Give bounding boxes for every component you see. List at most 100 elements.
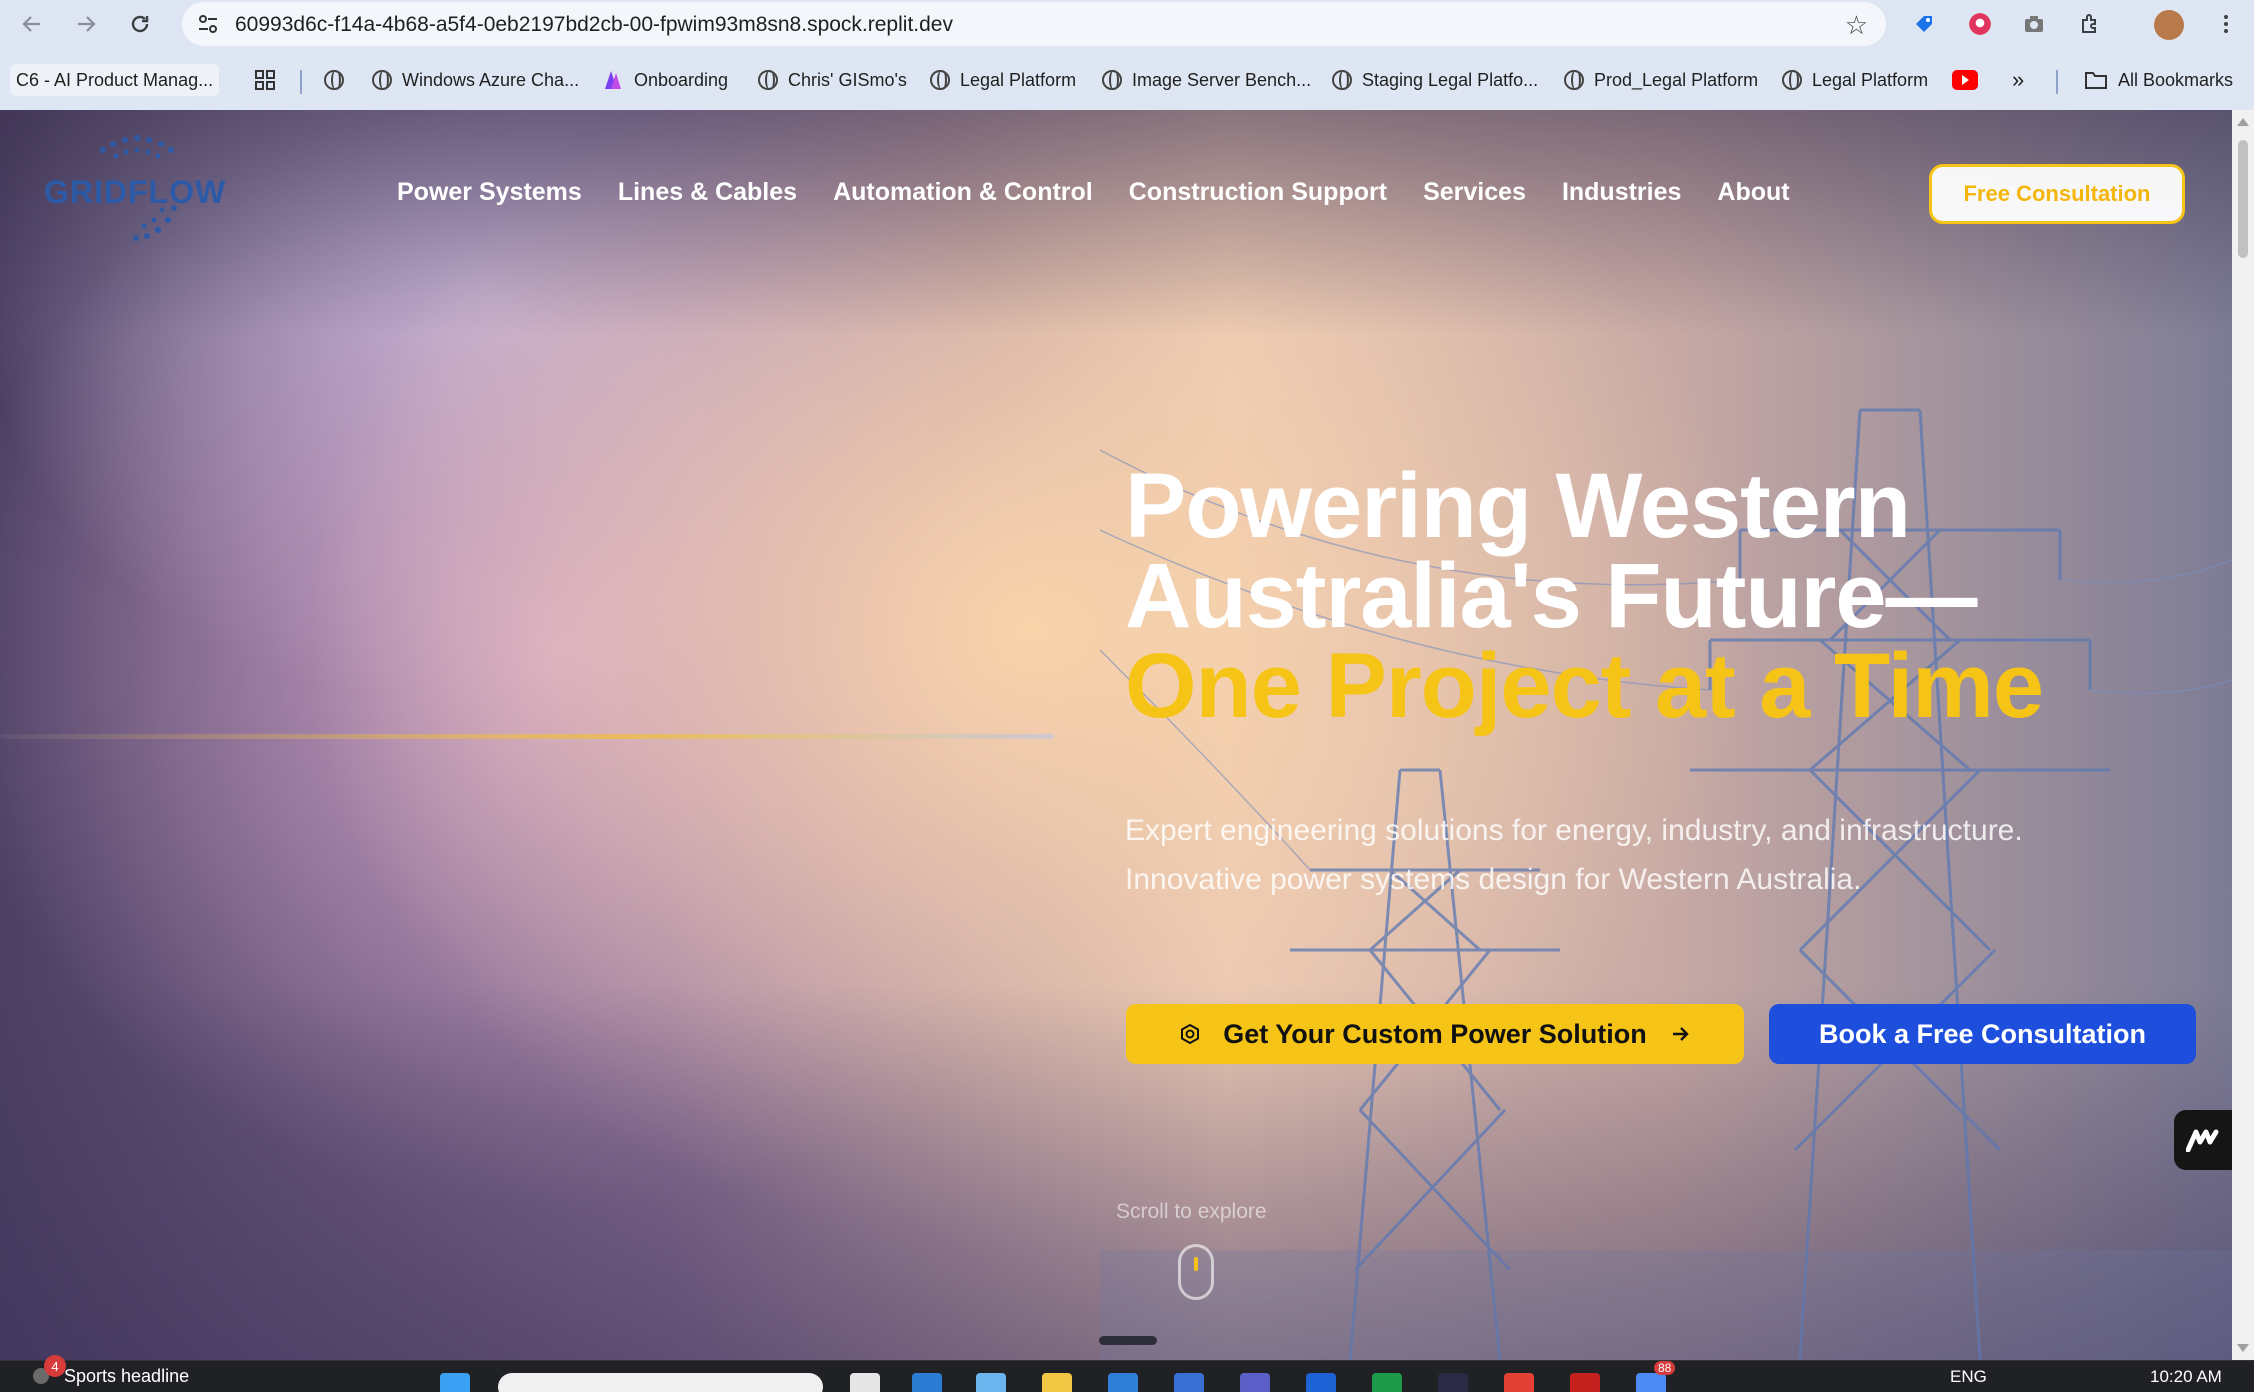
hero-subtitle-line-1: Expert engineering solutions for energy,… bbox=[1125, 814, 2023, 847]
scroll-thumb[interactable] bbox=[2238, 140, 2248, 258]
reload-icon bbox=[131, 15, 149, 33]
hero-title-line-2: Australia's Future— bbox=[1125, 545, 1977, 647]
clock[interactable]: 10:20 AM bbox=[2150, 1367, 2222, 1387]
address-row: 60993d6c-f14a-4b68-a5f4-0eb2197bd2cb-00-… bbox=[0, 0, 2254, 48]
chrome-menu-icon[interactable] bbox=[2212, 10, 2240, 38]
nav-about[interactable]: About bbox=[1717, 178, 1789, 207]
taskbar-app-icon[interactable] bbox=[912, 1373, 942, 1392]
site-settings-icon[interactable] bbox=[196, 12, 220, 36]
carousel-indicator[interactable] bbox=[1099, 1336, 1157, 1345]
bookmark-youtube[interactable] bbox=[1952, 64, 1978, 96]
custom-power-solution-label: Get Your Custom Power Solution bbox=[1223, 1018, 1647, 1049]
custom-power-solution-button[interactable]: Get Your Custom Power Solution bbox=[1126, 1004, 1744, 1064]
nav-services[interactable]: Services bbox=[1423, 178, 1526, 207]
hero-subtitle: Expert engineering solutions for energy,… bbox=[1125, 806, 2145, 904]
gmail-icon[interactable] bbox=[1570, 1373, 1600, 1392]
screenshot-icon[interactable] bbox=[2020, 10, 2048, 38]
all-bookmarks-label: All Bookmarks bbox=[2118, 69, 2234, 90]
taskbar-app-icon[interactable] bbox=[1372, 1373, 1402, 1392]
file-explorer-icon[interactable] bbox=[1042, 1373, 1072, 1392]
bookmark-label: Image Server Bench... bbox=[1132, 69, 1312, 90]
nav-automation-control[interactable]: Automation & Control bbox=[833, 178, 1093, 207]
taskbar-app-icon[interactable] bbox=[850, 1373, 880, 1392]
extension-red-icon[interactable] bbox=[1966, 10, 1994, 38]
free-consultation-button[interactable]: Free Consultation bbox=[1929, 164, 2185, 224]
nav-industries[interactable]: Industries bbox=[1562, 178, 1681, 207]
news-headline: Sports headline bbox=[64, 1365, 190, 1386]
bookmark-label: Chris' GISmo's bbox=[788, 69, 907, 90]
nav-power-systems[interactable]: Power Systems bbox=[397, 178, 582, 207]
news-badge: 4 bbox=[44, 1355, 66, 1377]
taskbar-app-icon[interactable] bbox=[1438, 1373, 1468, 1392]
bookmark-1[interactable]: Windows Azure Cha... bbox=[372, 64, 579, 96]
apps-grid-icon[interactable] bbox=[254, 64, 276, 96]
taskbar-app-icon[interactable] bbox=[1108, 1373, 1138, 1392]
bookmark-label: Legal Platform bbox=[1812, 69, 1929, 90]
reload-button[interactable] bbox=[124, 8, 156, 40]
mouse-scroll-icon bbox=[1178, 1244, 1214, 1300]
logo-text: GRIDFLOW bbox=[44, 174, 227, 210]
forward-button[interactable] bbox=[70, 8, 102, 40]
main-nav: Power Systems Lines & Cables Automation … bbox=[397, 178, 1790, 207]
extensions-puzzle-icon[interactable] bbox=[2076, 10, 2104, 38]
bookmark-5[interactable]: Image Server Bench... bbox=[1102, 64, 1311, 96]
taskbar-search[interactable] bbox=[498, 1373, 823, 1392]
all-bookmarks-button[interactable]: All Bookmarks bbox=[2084, 64, 2233, 96]
browser-chrome: 60993d6c-f14a-4b68-a5f4-0eb2197bd2cb-00-… bbox=[0, 0, 2254, 110]
bookmark-2[interactable]: Onboarding bbox=[602, 64, 728, 96]
teams-icon[interactable] bbox=[1240, 1373, 1270, 1392]
scroll-up-arrow[interactable] bbox=[2237, 118, 2249, 126]
hero-subtitle-line-2: Innovative power systems design for West… bbox=[1125, 863, 1862, 896]
gridflow-logo[interactable]: GRIDFLOW bbox=[44, 130, 230, 250]
nav-lines-cables[interactable]: Lines & Cables bbox=[618, 178, 797, 207]
m-logo-icon bbox=[2186, 1129, 2219, 1152]
chevrons-right-icon: » bbox=[2012, 67, 2025, 92]
book-consultation-button[interactable]: Book a Free Consultation bbox=[1769, 1004, 2196, 1064]
globe-icon bbox=[758, 70, 778, 90]
youtube-icon bbox=[1952, 70, 1978, 90]
hero-title-line-1: Powering Western bbox=[1125, 455, 1911, 557]
taskbar-app-icon[interactable] bbox=[1306, 1373, 1336, 1392]
language-indicator[interactable]: ENG bbox=[1950, 1367, 1987, 1387]
taskbar-app-icon[interactable] bbox=[1174, 1373, 1204, 1392]
globe-icon bbox=[1102, 70, 1122, 90]
bookmark-4[interactable]: Legal Platform bbox=[930, 64, 1076, 96]
back-button[interactable] bbox=[16, 8, 48, 40]
chat-widget-button[interactable] bbox=[2174, 1110, 2232, 1170]
target-icon bbox=[1181, 1023, 1200, 1045]
news-widget[interactable]: 4 Sports headline bbox=[30, 1355, 190, 1387]
bookmark-8[interactable]: Legal Platform bbox=[1782, 64, 1928, 96]
folder-icon bbox=[2085, 72, 2107, 89]
profile-avatar[interactable] bbox=[2154, 10, 2184, 40]
more-bookmarks-button[interactable]: » bbox=[2012, 64, 2024, 96]
screen: 60993d6c-f14a-4b68-a5f4-0eb2197bd2cb-00-… bbox=[0, 0, 2254, 1392]
notification-count: 88 bbox=[1654, 1361, 1676, 1375]
scroll-down-arrow[interactable] bbox=[2237, 1344, 2249, 1352]
bookmark-7[interactable]: Prod_Legal Platform bbox=[1564, 64, 1758, 96]
url-text[interactable]: 60993d6c-f14a-4b68-a5f4-0eb2197bd2cb-00-… bbox=[235, 13, 953, 37]
bookmark-separator bbox=[300, 70, 302, 94]
hero-title-highlight: One Project at a Time bbox=[1125, 635, 2044, 737]
bookmark-label: Windows Azure Cha... bbox=[402, 69, 580, 90]
globe-icon bbox=[324, 70, 344, 90]
chrome-icon[interactable] bbox=[1504, 1373, 1534, 1392]
globe-icon bbox=[372, 70, 392, 90]
hero-divider-line bbox=[0, 734, 1054, 739]
extension-tag-icon[interactable] bbox=[1910, 10, 1938, 38]
page-scrollbar[interactable] bbox=[2232, 110, 2254, 1360]
globe-icon bbox=[930, 70, 950, 90]
nav-construction-support[interactable]: Construction Support bbox=[1129, 178, 1387, 207]
bookmark-3[interactable]: Chris' GISmo's bbox=[758, 64, 907, 96]
address-bar[interactable]: 60993d6c-f14a-4b68-a5f4-0eb2197bd2cb-00-… bbox=[182, 2, 1886, 46]
bookmark-6[interactable]: Staging Legal Platfo... bbox=[1332, 64, 1538, 96]
taskbar-app-icon[interactable] bbox=[976, 1373, 1006, 1392]
bookmark-separator bbox=[2056, 70, 2058, 94]
taskbar-app-icon[interactable]: 88 bbox=[1636, 1361, 1676, 1392]
bookmark-globe[interactable] bbox=[324, 64, 344, 96]
bookmark-star-icon[interactable]: ☆ bbox=[1845, 10, 1868, 41]
scroll-hint: Scroll to explore bbox=[1116, 1200, 1267, 1223]
bookmark-label: Legal Platform bbox=[960, 69, 1077, 90]
start-windows-icon[interactable] bbox=[440, 1373, 470, 1392]
globe-icon bbox=[1782, 70, 1802, 90]
bookmark-0[interactable]: C6 - AI Product Manag... bbox=[10, 64, 220, 96]
